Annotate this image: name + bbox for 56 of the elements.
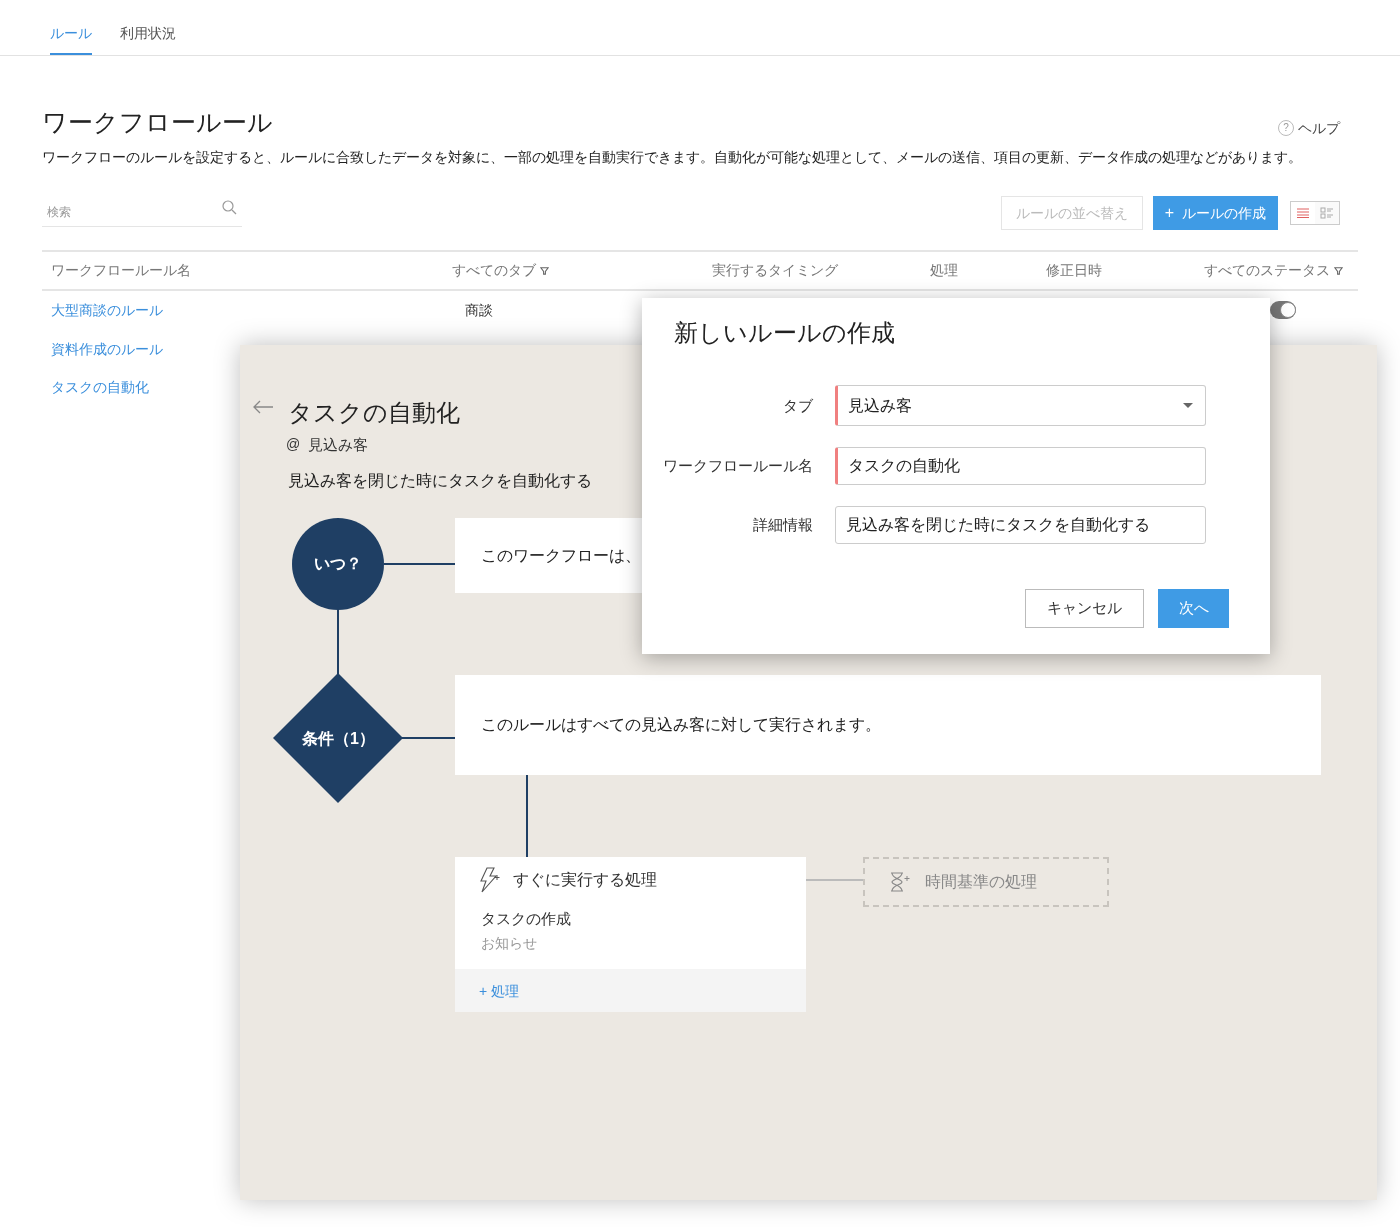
- text-field[interactable]: タスクの自動化: [835, 447, 1206, 485]
- tab-select[interactable]: 見込み客: [835, 385, 1206, 426]
- workflow-description: 見込み客を閉じた時にタスクを自動化する: [288, 471, 592, 491]
- dialog-title: 新しいルールの作成: [674, 318, 895, 348]
- action-name: タスクの作成: [480, 910, 572, 929]
- view-switcher[interactable]: [1290, 200, 1340, 225]
- field-label: 詳細情報: [753, 516, 813, 533]
- scheduled-action-label: 時間基準の処理: [925, 872, 1037, 892]
- text-field[interactable]: 見込み客を閉じた時にタスクを自動化する: [835, 506, 1206, 544]
- tab[interactable]: 利用状況: [120, 23, 176, 55]
- help-link[interactable]: ヘルプ: [1298, 117, 1340, 138]
- filter-icon[interactable]: [1334, 265, 1343, 275]
- when-node[interactable]: いつ？: [292, 518, 384, 610]
- hourglass-icon: [889, 872, 911, 892]
- lightning-icon: [479, 867, 501, 893]
- column-header[interactable]: すべてのステータス: [1204, 260, 1343, 281]
- action-type: お知らせ: [480, 933, 538, 953]
- cancel-button[interactable]: キャンセル: [1025, 589, 1144, 628]
- search-field[interactable]: 検索: [42, 203, 242, 227]
- condition-text: このルールはすべての見込み客に対して実行されます。: [481, 715, 881, 735]
- condition-label: 条件（1）: [302, 729, 375, 749]
- rule-name-link[interactable]: 大型商談のルール: [51, 302, 163, 318]
- module-name: 見込み客: [308, 435, 369, 455]
- table-cell: 商談: [465, 302, 493, 318]
- condition-diamond[interactable]: [273, 673, 403, 803]
- field-label: ワークフロールール名: [663, 457, 813, 474]
- status-toggle[interactable]: [1270, 301, 1296, 319]
- rule-name-link[interactable]: タスクの自動化: [51, 379, 149, 395]
- connector-line: [337, 609, 339, 675]
- dropdown-caret-icon: [1183, 402, 1193, 409]
- connector-line: [402, 737, 455, 739]
- back-arrow-icon[interactable]: [252, 400, 274, 414]
- add-action-link[interactable]: + 処理: [479, 980, 520, 1001]
- search-icon[interactable]: [221, 198, 237, 215]
- connector-line: [806, 879, 863, 881]
- column-header[interactable]: すべてのタブ: [452, 260, 549, 281]
- sort-rules-button[interactable]: ルールの並べ替え: [1000, 195, 1143, 230]
- column-header: 処理: [930, 261, 958, 281]
- column-header: ワークフロールール名: [51, 261, 191, 281]
- column-header: 実行するタイミング: [712, 261, 838, 281]
- rule-name-link[interactable]: 資料作成のルール: [51, 340, 163, 357]
- tab[interactable]: ルール: [50, 23, 92, 55]
- page-title: ワークフロールール: [42, 107, 273, 138]
- page-description: ワークフローのルールを設定すると、ルールに合致したデータを対象に、一部の処理を自動実行できます。自動化が可能な処理として、メールの送信、項目の更新、データ作成の処理などがあります。: [42, 148, 1303, 167]
- trigger-text: このワークフローは、: [481, 545, 641, 566]
- workflow-title: タスクの自動化: [288, 398, 460, 428]
- column-header: 修正日時: [1046, 261, 1102, 281]
- next-button[interactable]: 次へ: [1158, 589, 1229, 628]
- create-rule-button[interactable]: + ルールの作成: [1152, 195, 1278, 230]
- scheduled-action-box[interactable]: 時間基準の処理: [863, 857, 1109, 907]
- field-label: タブ: [783, 396, 813, 414]
- filter-icon[interactable]: [540, 265, 549, 275]
- at-icon: @: [286, 434, 301, 457]
- plus-icon: +: [1164, 204, 1174, 221]
- connector-line: [384, 563, 455, 565]
- instant-action-title: すぐに実行する処理: [513, 870, 657, 890]
